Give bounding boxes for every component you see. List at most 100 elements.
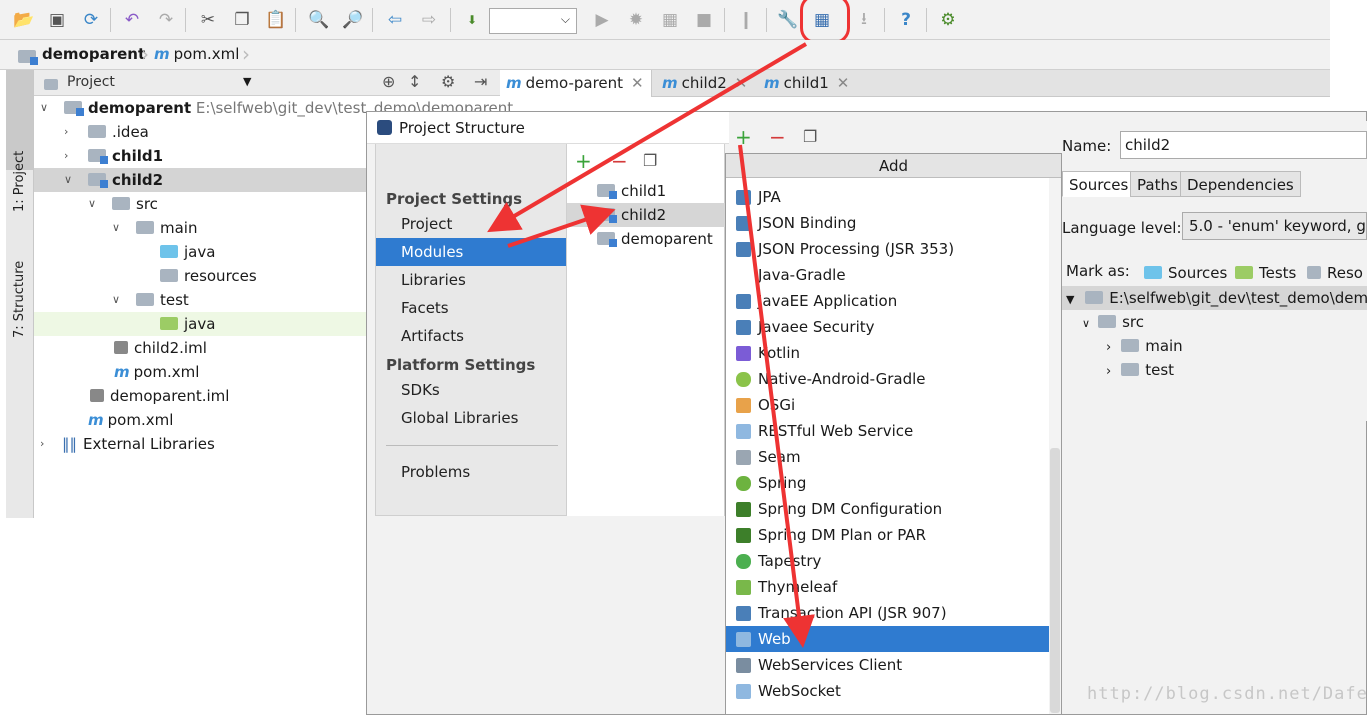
hide-icon[interactable]: ⇥	[474, 72, 487, 91]
tab-paths[interactable]: Paths	[1130, 171, 1185, 197]
mark-as-label: Mark as:	[1066, 262, 1130, 280]
tab-sources[interactable]: Sources	[1062, 171, 1136, 197]
mark-tests-button[interactable]: Tests	[1235, 264, 1296, 282]
back-icon[interactable]: ⇦	[383, 8, 407, 32]
project-tool-tab[interactable]: 1: Project	[12, 151, 27, 212]
tree-row-selected[interactable]: ∨ child2	[34, 168, 366, 192]
remove-icon[interactable]: −	[611, 149, 628, 173]
undo-icon[interactable]: ↶	[120, 8, 144, 32]
help-icon[interactable]: ?	[894, 8, 918, 32]
plugin-icon[interactable]: ⚙	[936, 8, 960, 32]
add-item[interactable]: Native-Android-Gradle	[726, 366, 1049, 392]
redo-icon[interactable]: ↷	[154, 8, 178, 32]
name-field[interactable]: child2	[1120, 131, 1367, 159]
structure-tool-tab[interactable]: 7: Structure	[12, 261, 27, 338]
navigation-bar: demoparent › m pom.xml ›	[0, 40, 1330, 70]
run-icon[interactable]: ▶	[590, 8, 614, 32]
add-item[interactable]: Javaee Security	[726, 314, 1049, 340]
coverage-icon[interactable]: ▦	[658, 8, 682, 32]
add-item[interactable]: Java-Gradle	[726, 262, 1049, 288]
scrollbar-thumb[interactable]	[1050, 448, 1060, 713]
content-root-row[interactable]: ▼ E:\selfweb\git_dev\test_demo\dem	[1062, 286, 1367, 310]
save-icon[interactable]: ▣	[45, 8, 69, 32]
remove-facet-icon[interactable]: −	[769, 125, 786, 149]
chevron-right-icon: ›	[64, 149, 69, 162]
nav-problems[interactable]: Problems	[376, 458, 566, 486]
add-item[interactable]: JSON Binding	[726, 210, 1049, 236]
nav-global-libraries[interactable]: Global Libraries	[376, 404, 566, 432]
add-item[interactable]: RESTful Web Service	[726, 418, 1049, 444]
nav-project[interactable]: Project	[376, 210, 566, 238]
module-item[interactable]: demoparent	[567, 227, 725, 251]
add-item-selected[interactable]: Web	[726, 626, 1049, 652]
settings-wrench-icon[interactable]: 🔧	[776, 8, 800, 32]
add-facet-icon[interactable]: +	[735, 125, 752, 149]
name-label: Name:	[1062, 137, 1112, 155]
nav-artifacts[interactable]: Artifacts	[376, 322, 566, 350]
chevron-down-icon: ▼	[1066, 293, 1075, 306]
add-item[interactable]: Seam	[726, 444, 1049, 470]
tree-row[interactable]: › test	[1106, 358, 1174, 382]
editor-tab[interactable]: m child2 ✕	[656, 70, 756, 97]
add-item[interactable]: JSON Processing (JSR 353)	[726, 236, 1049, 262]
tree-row[interactable]: ∨ src	[1082, 310, 1144, 334]
popup-scrollbar[interactable]	[1049, 178, 1061, 714]
add-item[interactable]: JPA	[726, 184, 1049, 210]
add-item[interactable]: Thymeleaf	[726, 574, 1049, 600]
project-settings-header: Project Settings	[386, 190, 523, 208]
breadcrumb-file[interactable]: m pom.xml	[154, 45, 239, 63]
collapse-icon[interactable]: ↕	[408, 72, 421, 91]
close-icon[interactable]: ✕	[631, 74, 644, 92]
chevron-down-icon: ⌵	[560, 12, 570, 26]
build-icon[interactable]: ⬇	[460, 8, 484, 32]
mark-sources-button[interactable]: Sources	[1144, 264, 1227, 282]
add-item[interactable]: Spring DM Plan or PAR	[726, 522, 1049, 548]
close-icon[interactable]: ✕	[837, 74, 850, 92]
add-item[interactable]: WebServices Client	[726, 652, 1049, 678]
gear-icon[interactable]: ⚙	[441, 72, 455, 91]
nav-libraries[interactable]: Libraries	[376, 266, 566, 294]
nav-facets[interactable]: Facets	[376, 294, 566, 322]
download-icon[interactable]: ⭳	[852, 8, 876, 32]
add-item[interactable]: Transaction API (JSR 907)	[726, 600, 1049, 626]
project-view-icon	[44, 75, 64, 93]
cut-icon[interactable]: ✂	[196, 8, 220, 32]
stop-icon[interactable]: ■	[692, 8, 716, 32]
editor-tab[interactable]: m demo-parent ✕	[500, 70, 652, 97]
vcs-icon[interactable]: ❙	[734, 8, 758, 32]
copy-icon[interactable]: ❐	[230, 8, 254, 32]
add-item[interactable]: Tapestry	[726, 548, 1049, 574]
run-config-select[interactable]: ⌵	[489, 8, 577, 34]
nav-modules[interactable]: Modules	[376, 238, 566, 266]
module-item-selected[interactable]: child2	[567, 203, 725, 227]
replace-icon[interactable]: 🔎	[341, 8, 365, 32]
add-item[interactable]: Spring	[726, 470, 1049, 496]
add-item[interactable]: JavaEE Application	[726, 288, 1049, 314]
add-item[interactable]: OSGi	[726, 392, 1049, 418]
copy-icon[interactable]: ❐	[643, 151, 657, 170]
mark-resources-button[interactable]: Reso	[1307, 264, 1363, 282]
add-item[interactable]: Kotlin	[726, 340, 1049, 366]
nav-sdks[interactable]: SDKs	[376, 376, 566, 404]
debug-icon[interactable]: ✹	[624, 8, 648, 32]
close-icon[interactable]: ✕	[735, 74, 748, 92]
tree-row[interactable]: java	[34, 312, 366, 336]
open-folder-icon[interactable]: 📂	[12, 8, 36, 32]
language-level-select[interactable]: 5.0 - 'enum' keyword, ge	[1182, 212, 1367, 240]
find-icon[interactable]: 🔍	[307, 8, 331, 32]
add-item[interactable]: Spring DM Configuration	[726, 496, 1049, 522]
tab-dependencies[interactable]: Dependencies	[1180, 171, 1301, 197]
copy-icon[interactable]: ❐	[803, 127, 817, 146]
breadcrumb-project[interactable]: demoparent	[42, 45, 145, 63]
add-item[interactable]: WebSocket	[726, 678, 1049, 704]
add-icon[interactable]: +	[575, 149, 592, 173]
editor-tab[interactable]: m child1 ✕	[758, 70, 858, 97]
locate-icon[interactable]: ⊕	[382, 72, 395, 91]
chevron-down-icon[interactable]: ▼	[243, 75, 251, 88]
sync-icon[interactable]: ⟳	[79, 8, 103, 32]
paste-icon[interactable]: 📋	[264, 8, 288, 32]
module-item[interactable]: child1	[567, 179, 725, 203]
forward-icon[interactable]: ⇨	[417, 8, 441, 32]
project-view-select[interactable]: Project	[67, 74, 115, 90]
tree-row[interactable]: › main	[1106, 334, 1183, 358]
